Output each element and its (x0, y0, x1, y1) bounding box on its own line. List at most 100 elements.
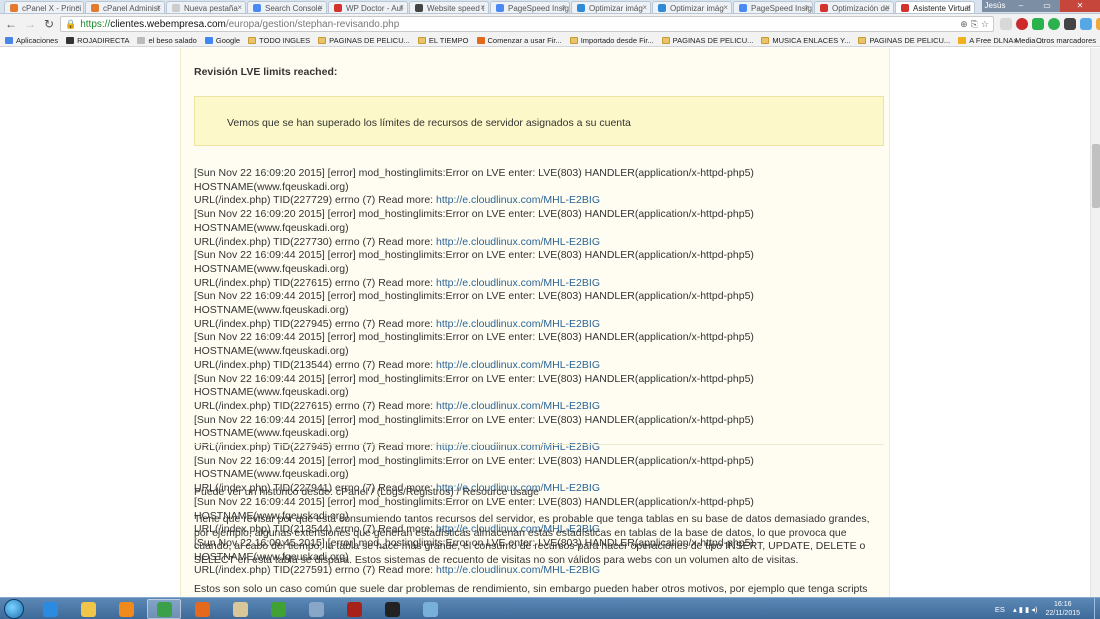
read-more-link[interactable]: http://e.cloudlinux.com/MHL-E2BIG (436, 236, 600, 248)
taskbar-app[interactable] (413, 599, 447, 619)
history-text: Puede ver un histórico desde: cPanel / (… (194, 486, 539, 498)
browser-tab[interactable]: Optimización de × (814, 1, 894, 13)
extension-icon[interactable] (1000, 18, 1012, 30)
bookmark-item[interactable]: el beso salado (137, 36, 197, 45)
browser-tab[interactable]: Website speed t × (409, 1, 489, 13)
tab-close-icon[interactable]: × (804, 3, 809, 12)
extension-blue-icon[interactable] (1080, 18, 1092, 30)
google-icon (204, 36, 213, 44)
bookmark-item[interactable]: PAGINAS DE PELICU... (858, 36, 950, 45)
bookmark-label: ROJADIRECTA (77, 35, 130, 45)
tab-favicon-icon (658, 4, 666, 12)
read-more-link[interactable]: http://e.cloudlinux.com/MHL-E2BIG (436, 441, 600, 453)
close-window-button[interactable]: ✕ (1060, 0, 1100, 12)
read-more-link[interactable]: http://e.cloudlinux.com/MHL-E2BIG (436, 359, 600, 371)
tab-close-icon[interactable]: × (237, 3, 242, 12)
folder-icon (318, 36, 327, 44)
tab-label: cPanel Administ (103, 3, 160, 13)
taskbar-app[interactable] (261, 599, 295, 619)
read-more-link[interactable]: http://e.cloudlinux.com/MHL-E2BIG (436, 194, 600, 206)
language-indicator[interactable]: ES (995, 605, 1005, 614)
adblock-icon[interactable] (1016, 18, 1028, 30)
start-button[interactable] (4, 599, 24, 619)
log-line: [Sun Nov 22 16:09:44 2015] [error] mod_h… (194, 413, 754, 440)
bookmark-label: TODO INGLES (259, 35, 311, 45)
tab-label: Optimizar imág (589, 3, 643, 13)
tab-label: Optimizar imág (670, 3, 724, 13)
taskbar-app[interactable] (223, 599, 257, 619)
maximize-button[interactable]: ▭ (1034, 0, 1060, 12)
log-line-text: URL(/index.php) TID(227945) errno (7) Re… (194, 441, 436, 454)
browser-tab[interactable]: cPanel Administ × (85, 1, 165, 13)
tab-close-icon[interactable]: × (966, 3, 971, 12)
log-line: [Sun Nov 22 16:09:44 2015] [error] mod_h… (194, 331, 754, 358)
tab-close-icon[interactable]: × (642, 3, 647, 12)
extensions-area (1000, 16, 1100, 32)
tab-close-icon[interactable]: × (480, 3, 485, 12)
bookmark-item[interactable]: Importado desde Fir... (569, 36, 654, 45)
minimize-button[interactable]: – (1008, 0, 1034, 12)
taskbar-app[interactable] (375, 599, 409, 619)
bookmark-item[interactable]: ROJADIRECTA (66, 36, 129, 45)
taskbar-app[interactable] (185, 599, 219, 619)
clock-time: 16:16 (1053, 601, 1072, 608)
tab-close-icon[interactable]: × (156, 3, 161, 12)
zoom-icon[interactable]: ⊕ (960, 19, 968, 30)
page-scrollbar[interactable] (1090, 48, 1100, 597)
scrollbar-thumb[interactable] (1092, 144, 1100, 208)
show-desktop-button[interactable] (1094, 598, 1100, 619)
bookmark-item[interactable]: PAGINAS DE PELICU... (661, 36, 753, 45)
taskbar-app[interactable] (147, 599, 181, 619)
bookmark-item[interactable]: Google (204, 36, 240, 45)
taskbar-app[interactable] (33, 599, 67, 619)
taskbar-app[interactable] (109, 599, 143, 619)
bookmark-star-icon[interactable]: ☆ (981, 19, 989, 30)
closing-text: Estos son solo un caso común que suele d… (194, 583, 868, 597)
extension-dark-icon[interactable] (1064, 18, 1076, 30)
browser-tab[interactable]: cPanel X - Princi × (4, 1, 84, 13)
clock[interactable]: 16:16 22/11/2015 (1045, 600, 1080, 618)
browser-tab[interactable]: Asistente Virtual × (895, 1, 975, 13)
bookmark-item[interactable]: TODO INGLES (248, 36, 310, 45)
taskbar-app[interactable] (299, 599, 333, 619)
taskbar-app[interactable] (71, 599, 105, 619)
read-more-link[interactable]: http://e.cloudlinux.com/MHL-E2BIG (436, 400, 600, 412)
back-button[interactable]: ← (3, 16, 19, 32)
read-more-link[interactable]: http://e.cloudlinux.com/MHL-E2BIG (436, 277, 600, 289)
tab-close-icon[interactable]: × (723, 3, 728, 12)
divider (194, 444, 884, 445)
browser-tab[interactable]: PageSpeed Insig × (490, 1, 570, 13)
bookmark-item[interactable]: MUSICA ENLACES Y... (761, 36, 850, 45)
extension-circle-icon[interactable] (1048, 18, 1060, 30)
url-scheme: https:// (80, 18, 111, 30)
browser-tab[interactable]: PageSpeed Insig × (733, 1, 813, 13)
tab-close-icon[interactable]: × (318, 3, 323, 12)
tab-close-icon[interactable]: × (561, 3, 566, 12)
other-bookmarks-folder[interactable]: Otros marcadores (1025, 34, 1096, 46)
tray-icons[interactable]: ▴ ▮ ▮ ◂) (1013, 605, 1038, 614)
browser-tab[interactable]: Optimizar imág × (652, 1, 732, 13)
browser-tab[interactable]: Search Console × (247, 1, 327, 13)
translate-icon[interactable]: ⎘ (971, 19, 978, 30)
window-user-badge[interactable]: Jesús (982, 0, 1008, 12)
taskbar-app[interactable] (337, 599, 371, 619)
tab-close-icon[interactable]: × (399, 3, 404, 12)
bookmark-item[interactable]: Aplicaciones (5, 36, 58, 45)
extension-green-icon[interactable] (1032, 18, 1044, 30)
bookmark-item[interactable]: PAGINAS DE PELICU... (318, 36, 410, 45)
bookmarks-overflow-button[interactable]: » (1014, 36, 1018, 45)
browser-tab[interactable]: Nueva pestaña × (166, 1, 246, 13)
bookmark-item[interactable]: Comenzar a usar Fir... (476, 36, 562, 45)
browser-tab[interactable]: Optimizar imág × (571, 1, 651, 13)
browser-tab[interactable]: WP Doctor - Aul × (328, 1, 408, 13)
bookmark-item[interactable]: EL TIEMPO (417, 36, 469, 45)
extension-orange-icon[interactable] (1096, 18, 1100, 30)
tab-close-icon[interactable]: × (885, 3, 890, 12)
read-more-link[interactable]: http://e.cloudlinux.com/MHL-E2BIG (436, 318, 600, 330)
forward-button[interactable]: → (22, 16, 38, 32)
tab-favicon-icon (10, 4, 18, 12)
address-bar[interactable]: 🔒 https:// clientes.webempresa.com /euro… (60, 16, 994, 32)
reload-button[interactable]: ↻ (41, 16, 57, 32)
tab-favicon-icon (172, 4, 180, 12)
tab-close-icon[interactable]: × (75, 3, 80, 12)
